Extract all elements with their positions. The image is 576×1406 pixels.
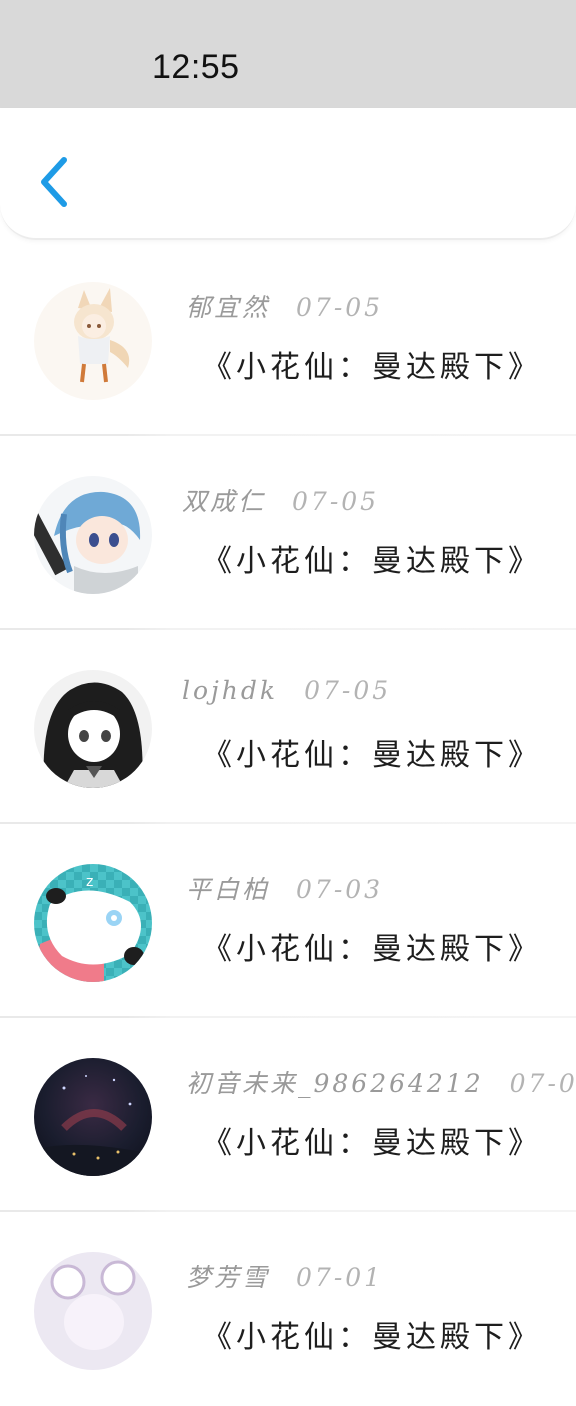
svg-text:z: z: [86, 874, 93, 890]
back-button[interactable]: [28, 152, 84, 208]
item-title: 《小花仙：曼达殿下》: [202, 544, 542, 579]
blue-hair-avatar[interactable]: [34, 476, 152, 594]
manga-girl-avatar[interactable]: [34, 670, 152, 788]
night-sky-avatar[interactable]: [34, 1058, 152, 1176]
user-name: 双成仁: [182, 487, 267, 516]
list-item[interactable]: 梦芳雪 07-01 《小花仙：曼达殿下》: [0, 1212, 576, 1406]
item-title: 《小花仙：曼达殿下》: [202, 932, 542, 967]
user-name: 初音未来_986264212: [186, 1069, 484, 1098]
lavender-avatar[interactable]: [34, 1252, 152, 1370]
list-item[interactable]: 初音未来_986264212 07-03 《小花仙：曼达殿下》: [0, 1018, 576, 1212]
list-item[interactable]: 郁宜然 07-05 《小花仙：曼达殿下》: [0, 242, 576, 436]
post-date: 07-05: [304, 676, 392, 705]
post-date: 07-03: [296, 875, 384, 904]
status-time: 12:55: [152, 48, 240, 86]
item-meta: 梦芳雪 07-01: [186, 1258, 383, 1298]
item-meta: lojhdk 07-05: [182, 676, 391, 716]
fox-girl-avatar[interactable]: [34, 282, 152, 400]
user-name: lojhdk: [182, 676, 279, 705]
comment-list: 郁宜然 07-05 《小花仙：曼达殿下》 双成仁 07-05 《小花仙：曼达殿下》: [0, 242, 576, 1406]
list-item[interactable]: z 平白柏 07-03 《小花仙：曼达殿下》: [0, 824, 576, 1018]
item-meta: 郁宜然 07-05: [186, 288, 383, 328]
list-item[interactable]: 双成仁 07-05 《小花仙：曼达殿下》: [0, 436, 576, 630]
post-date: 07-05: [292, 487, 380, 516]
item-meta: 初音未来_986264212 07-03: [186, 1064, 576, 1104]
item-title: 《小花仙：曼达殿下》: [202, 1320, 542, 1355]
user-name: 郁宜然: [186, 293, 271, 322]
sleeping-panda-avatar[interactable]: z: [34, 864, 152, 982]
post-date: 07-05: [296, 293, 384, 322]
item-title: 《小花仙：曼达殿下》: [202, 738, 542, 773]
list-item[interactable]: lojhdk 07-05 《小花仙：曼达殿下》: [0, 630, 576, 824]
item-title: 《小花仙：曼达殿下》: [202, 350, 542, 385]
user-name: 平白柏: [186, 875, 271, 904]
user-name: 梦芳雪: [186, 1263, 271, 1292]
header-bar: [0, 108, 576, 240]
item-meta: 双成仁 07-05: [182, 482, 379, 522]
chevron-left-icon: [41, 157, 67, 207]
item-title: 《小花仙：曼达殿下》: [202, 1126, 542, 1161]
post-date: 07-03: [509, 1069, 576, 1098]
status-bar: 12:55: [0, 0, 576, 108]
post-date: 07-01: [296, 1263, 384, 1292]
item-meta: 平白柏 07-03: [186, 870, 383, 910]
